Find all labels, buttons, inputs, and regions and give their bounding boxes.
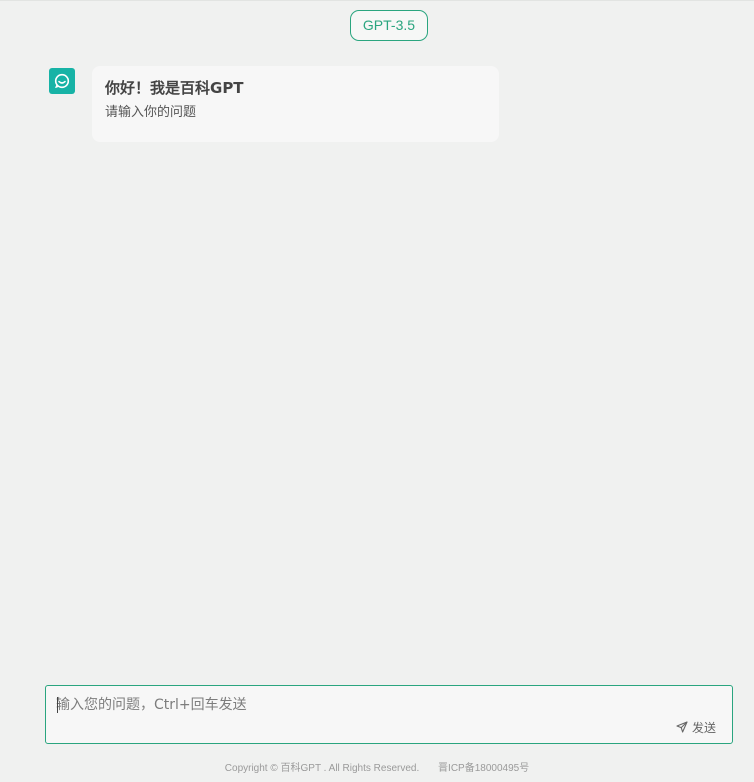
message-title: 你好！我是百科GPT <box>105 79 244 97</box>
bot-avatar <box>49 68 75 94</box>
message-text: 请输入你的问题 <box>105 105 197 120</box>
text-cursor <box>57 697 58 713</box>
paper-plane-icon <box>676 721 688 733</box>
model-selector-button[interactable]: GPT-3.5 <box>350 10 428 41</box>
question-input[interactable] <box>56 694 656 718</box>
footer: Copyright © 百科GPT . All Rights Reserved.… <box>0 762 754 776</box>
chat-smile-icon <box>53 72 71 90</box>
send-label: 发送 <box>691 720 716 735</box>
composer: 发送 <box>45 685 733 744</box>
copyright-text: Copyright © 百科GPT . All Rights Reserved. <box>224 763 420 774</box>
send-button[interactable]: 发送 <box>676 718 716 736</box>
top-divider <box>0 0 754 1</box>
assistant-message-bubble: 你好！我是百科GPT 请输入你的问题 <box>92 66 499 142</box>
icp-link[interactable]: 晋ICP备18000495号 <box>438 763 529 774</box>
